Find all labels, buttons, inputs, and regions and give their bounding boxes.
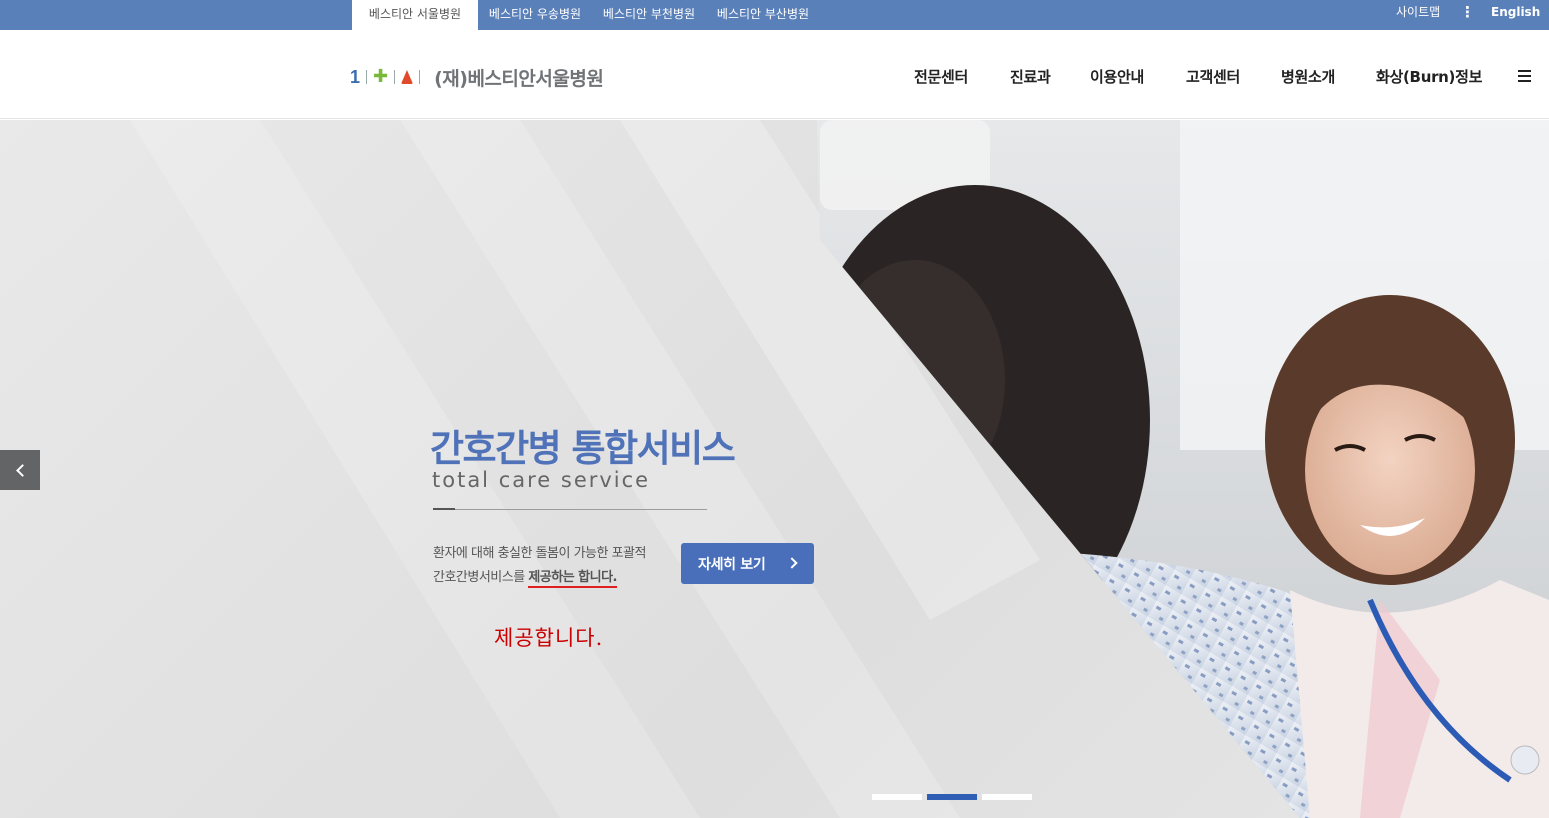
slide-indicator-2[interactable] [927, 794, 977, 800]
red-annotation-text: 제공합니다. [494, 626, 604, 650]
main-header: 1 ✚ (재)베스티안서울병원 전문센터 진료과 이용안내 고객센터 병원소개 … [0, 30, 1549, 119]
green-cross-icon: ✚ [373, 66, 389, 87]
hero-divider-accent [433, 508, 455, 510]
tab-seoul-hospital[interactable]: 베스티안 서울병원 [352, 0, 478, 30]
flame-icon [401, 70, 414, 84]
logo-number: 1 [350, 66, 361, 87]
tab-bucheon-hospital[interactable]: 베스티안 부천병원 [592, 0, 706, 30]
nav-about-hospital[interactable]: 병원소개 [1281, 66, 1335, 87]
logo-divider [366, 70, 368, 84]
nav-guide[interactable]: 이용안내 [1090, 66, 1144, 87]
hero-title: 간호간병 통합서비스 [430, 427, 736, 470]
hero-description-plain: 간호간병서비스를 [433, 570, 529, 585]
view-details-button[interactable]: 자세히 보기 [681, 543, 814, 584]
hero-background-photo [130, 120, 1549, 818]
hero-subtitle: total care service [432, 468, 651, 492]
chevron-left-icon [15, 463, 29, 477]
slider-prev-button[interactable] [0, 450, 40, 490]
nav-customer-center[interactable]: 고객센터 [1186, 66, 1240, 87]
logo-divider [394, 70, 396, 84]
hero-description-line1: 환자에 대해 충실한 돌봄이 가능한 포괄적 [433, 546, 646, 561]
slide-indicator-3[interactable] [982, 794, 1032, 800]
nav-specialty-center[interactable]: 전문센터 [914, 66, 968, 87]
logo-hospital-name: (재)베스티안서울병원 [434, 67, 604, 90]
top-utility-bar: 베스티안 서울병원 베스티안 우송병원 베스티안 부천병원 베스티안 부산병원 … [0, 0, 1549, 30]
chevron-right-icon [786, 557, 798, 569]
view-details-label: 자세히 보기 [698, 556, 766, 573]
nav-burn-info[interactable]: 화상(Burn)정보 [1376, 66, 1482, 87]
hero-description: 환자에 대해 충실한 돌봄이 가능한 포괄적 간호간병서비스를 제공하는 합니다… [433, 542, 646, 590]
hamburger-icon[interactable] [1518, 70, 1531, 82]
more-menu-icon[interactable]: ⋮ [1460, 0, 1475, 30]
nav-departments[interactable]: 진료과 [1010, 66, 1051, 87]
slide-indicator-1[interactable] [872, 794, 922, 800]
english-link[interactable]: English [1491, 0, 1540, 30]
sitemap-link[interactable]: 사이트맵 [1396, 0, 1440, 30]
hero-description-underlined: 제공하는 합니다. [528, 570, 617, 588]
hero-slider: 간호간병 통합서비스 total care service 환자에 대해 충실한… [0, 120, 1549, 818]
hero-divider [433, 509, 707, 510]
logo-divider [419, 70, 421, 84]
hospital-logo[interactable]: 1 ✚ (재)베스티안서울병원 [350, 66, 604, 90]
tab-usong-hospital[interactable]: 베스티안 우송병원 [478, 0, 592, 30]
hero-description-line2: 간호간병서비스를 제공하는 합니다. [433, 566, 646, 590]
tab-busan-hospital[interactable]: 베스티안 부산병원 [706, 0, 820, 30]
